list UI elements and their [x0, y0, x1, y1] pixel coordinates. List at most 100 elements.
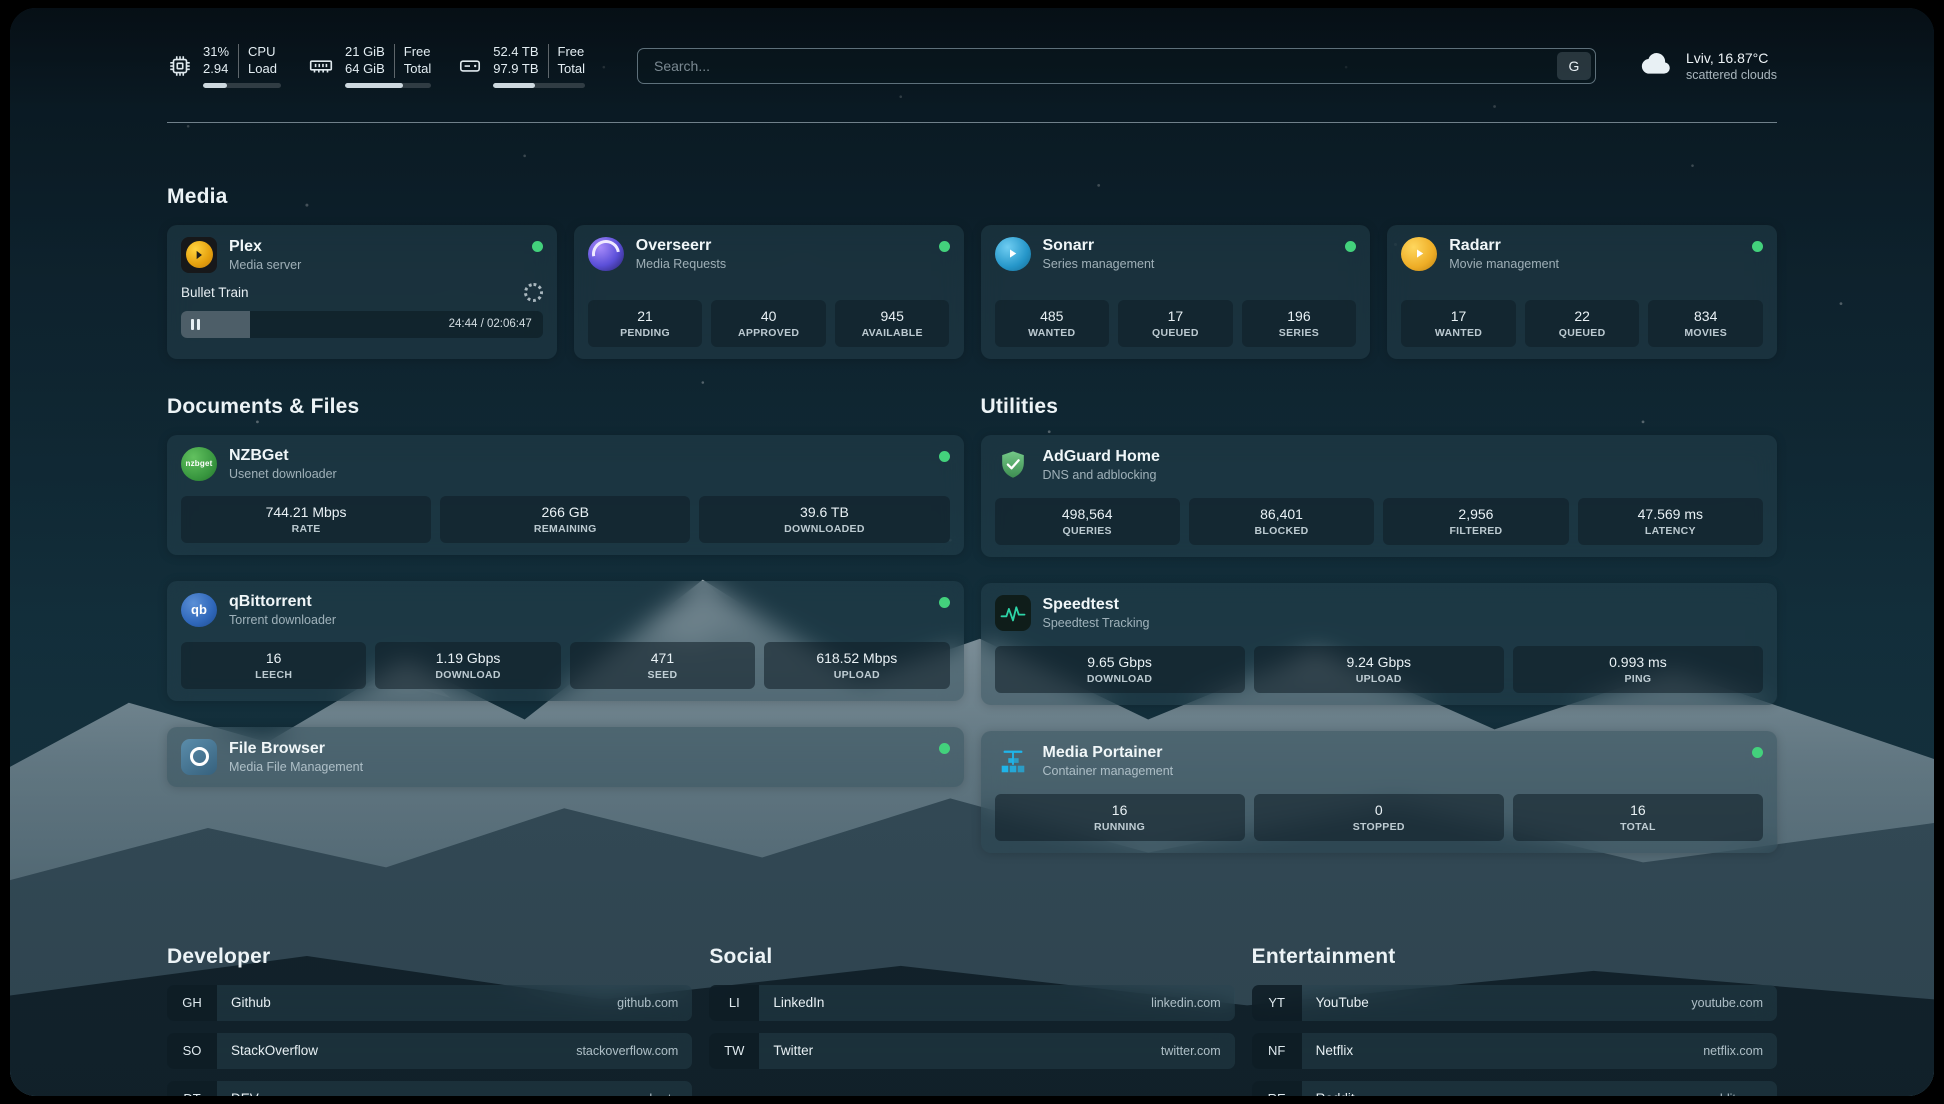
- adguard-stat-blocked: 86,401 BLOCKED: [1189, 498, 1374, 545]
- service-card-adguard[interactable]: AdGuard Home DNS and adblocking 498,564 …: [981, 435, 1778, 557]
- sonarr-stat-series: 196 SERIES: [1242, 300, 1357, 347]
- section-title-developer: Developer: [167, 945, 692, 969]
- disk-widget: 52.4 TB 97.9 TB Free Total: [457, 44, 585, 88]
- bookmark-abbr: RE: [1252, 1081, 1302, 1096]
- bookmark-name: Github: [231, 995, 271, 1010]
- bookmark-name: Netflix: [1316, 1043, 1354, 1058]
- sonarr-stat-queued: 17 QUEUED: [1118, 300, 1233, 347]
- gear-icon[interactable]: [524, 283, 543, 302]
- bookmark-url: stackoverflow.com: [576, 1044, 678, 1058]
- bookmark-name: LinkedIn: [773, 995, 824, 1010]
- status-dot: [1752, 241, 1763, 252]
- social-column: Social LI LinkedIn linkedin.com TW Twitt…: [709, 945, 1234, 1096]
- portainer-stat-running: 16 RUNNING: [995, 794, 1245, 841]
- service-name: Overseerr: [636, 237, 726, 255]
- bookmark-github[interactable]: GH Github github.com: [167, 985, 692, 1021]
- memory-total-label: Total: [404, 61, 431, 78]
- service-name: File Browser: [229, 740, 363, 758]
- bookmark-linkedin[interactable]: LI LinkedIn linkedin.com: [709, 985, 1234, 1021]
- bookmark-reddit[interactable]: RE Reddit reddit.com: [1252, 1081, 1777, 1096]
- service-name: Media Portainer: [1043, 744, 1174, 762]
- entertainment-column: Entertainment YT YouTube youtube.com NF …: [1252, 945, 1777, 1096]
- bookmark-abbr: LI: [709, 985, 759, 1021]
- sonarr-stat-wanted: 485 WANTED: [995, 300, 1110, 347]
- bookmark-netflix[interactable]: NF Netflix netflix.com: [1252, 1033, 1777, 1069]
- cpu-load-value: 2.94: [203, 61, 228, 78]
- bookmark-youtube[interactable]: YT YouTube youtube.com: [1252, 985, 1777, 1021]
- qbittorrent-stat-download: 1.19 Gbps DOWNLOAD: [375, 642, 560, 689]
- service-description: Torrent downloader: [229, 613, 336, 627]
- utilities-column: Utilities: [981, 395, 1778, 879]
- service-card-speedtest[interactable]: Speedtest Speedtest Tracking 9.65 Gbps D…: [981, 583, 1778, 705]
- status-dot: [939, 743, 950, 754]
- memory-usage-bar: [345, 83, 431, 88]
- status-dot: [939, 451, 950, 462]
- radarr-stat-wanted: 17 WANTED: [1401, 300, 1516, 347]
- speedtest-stat-ping: 0.993 ms PING: [1513, 646, 1763, 693]
- service-card-nzbget[interactable]: nzbget NZBGet Usenet downloader 744.21 M…: [167, 435, 964, 555]
- bookmark-twitter[interactable]: TW Twitter twitter.com: [709, 1033, 1234, 1069]
- memory-widget: 21 GiB 64 GiB Free Total: [307, 44, 431, 88]
- plex-playback-time: 24:44 / 02:06:47: [449, 318, 532, 330]
- header-divider: [167, 122, 1777, 123]
- service-name: qBittorrent: [229, 593, 336, 611]
- bookmark-abbr: NF: [1252, 1033, 1302, 1069]
- dashboard-screen: 31% 2.94 CPU Load: [10, 8, 1934, 1096]
- bookmark-stackoverflow[interactable]: SO StackOverflow stackoverflow.com: [167, 1033, 692, 1069]
- service-name: Radarr: [1449, 237, 1559, 255]
- speedtest-stat-download: 9.65 Gbps DOWNLOAD: [995, 646, 1245, 693]
- bookmark-url: twitter.com: [1161, 1044, 1221, 1058]
- overseerr-icon: [588, 237, 624, 271]
- bookmark-abbr: YT: [1252, 985, 1302, 1021]
- bookmark-url: youtube.com: [1691, 996, 1763, 1010]
- bookmark-dev[interactable]: DT DEV dev.to: [167, 1081, 692, 1096]
- service-name: Sonarr: [1043, 237, 1155, 255]
- section-title-entertainment: Entertainment: [1252, 945, 1777, 969]
- plex-progress-bar[interactable]: 24:44 / 02:06:47: [181, 311, 543, 338]
- disk-icon: [457, 53, 483, 79]
- bookmark-abbr: TW: [709, 1033, 759, 1069]
- cloud-icon: [1640, 50, 1674, 81]
- search-provider-button[interactable]: G: [1557, 52, 1591, 80]
- adguard-icon: [995, 447, 1031, 483]
- speedtest-icon: [995, 595, 1031, 631]
- memory-icon: [307, 53, 335, 79]
- top-bar: 31% 2.94 CPU Load: [167, 8, 1777, 88]
- disk-free-label: Free: [558, 44, 585, 61]
- bookmark-abbr: GH: [167, 985, 217, 1021]
- service-name: AdGuard Home: [1043, 448, 1160, 466]
- status-dot: [1752, 747, 1763, 758]
- plex-icon: [181, 237, 217, 273]
- search-input[interactable]: [652, 57, 1557, 75]
- service-description: Media File Management: [229, 760, 363, 774]
- service-card-filebrowser[interactable]: File Browser Media File Management: [167, 727, 964, 787]
- service-card-overseerr[interactable]: Overseerr Media Requests 21 PENDING 40 A…: [574, 225, 964, 359]
- plex-now-playing-title: Bullet Train: [181, 285, 249, 300]
- media-card-grid: Plex Media server Bullet Train 24:44 / 0…: [167, 225, 1777, 359]
- qbittorrent-stat-upload: 618.52 Mbps UPLOAD: [764, 642, 949, 689]
- service-card-plex[interactable]: Plex Media server Bullet Train 24:44 / 0…: [167, 225, 557, 359]
- cpu-percent: 31%: [203, 44, 229, 61]
- weather-condition: scattered clouds: [1686, 68, 1777, 82]
- disk-total-label: Total: [558, 61, 585, 78]
- bookmark-name: Reddit: [1316, 1091, 1355, 1096]
- status-dot: [532, 241, 543, 252]
- overseerr-stat-pending: 21 PENDING: [588, 300, 703, 347]
- qbittorrent-stat-seed: 471 SEED: [570, 642, 755, 689]
- service-card-portainer[interactable]: Media Portainer Container management 16 …: [981, 731, 1778, 853]
- service-card-qbittorrent[interactable]: qb qBittorrent Torrent downloader 16 LEE…: [167, 581, 964, 701]
- pause-icon[interactable]: [191, 319, 200, 330]
- service-name: Speedtest: [1043, 596, 1150, 614]
- radarr-stat-queued: 22 QUEUED: [1525, 300, 1640, 347]
- section-title-utilities: Utilities: [981, 395, 1778, 419]
- service-card-sonarr[interactable]: Sonarr Series management 485 WANTED 17 Q…: [981, 225, 1371, 359]
- service-card-radarr[interactable]: Radarr Movie management 17 WANTED 22 QUE…: [1387, 225, 1777, 359]
- bookmark-name: YouTube: [1316, 995, 1369, 1010]
- memory-total-value: 64 GiB: [345, 61, 385, 78]
- filebrowser-icon: [181, 739, 217, 775]
- bookmark-url: github.com: [617, 996, 678, 1010]
- portainer-stat-total: 16 TOTAL: [1513, 794, 1763, 841]
- bookmark-url: reddit.com: [1705, 1092, 1763, 1096]
- status-dot: [1345, 241, 1356, 252]
- portainer-stat-stopped: 0 STOPPED: [1254, 794, 1504, 841]
